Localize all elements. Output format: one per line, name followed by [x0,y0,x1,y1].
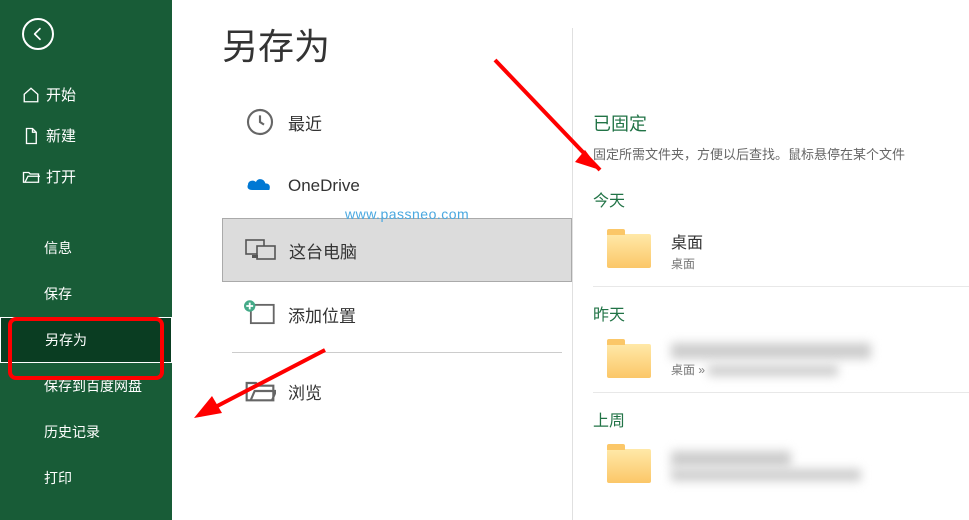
sidebar-item-label: 打印 [44,468,72,488]
sidebar-item-label: 信息 [44,238,72,258]
folder-icon [607,344,651,378]
sidebar-item-label: 打开 [46,166,76,187]
folder-open-icon [22,168,46,186]
sidebar-item-new[interactable]: 新建 [0,115,172,156]
folder-name-blurred [671,451,791,467]
recent-column: 已固定 固定所需文件夹，方便以后查找。鼠标悬停在某个文件 今天 桌面 桌面 昨天… [572,28,969,520]
folder-row[interactable]: 桌面 桌面 [593,221,969,287]
sidebar-item-label: 另存为 [45,330,87,350]
sidebar-item-print[interactable]: 打印 [0,455,172,501]
folder-path-blurred [671,469,861,481]
onedrive-icon [232,170,288,202]
folder-icon [607,234,651,268]
home-icon [22,86,46,104]
location-label: 这台电脑 [289,238,357,263]
document-icon [22,127,46,145]
folder-name: 桌面 [671,229,703,253]
folder-name-blurred [671,343,871,359]
folder-row[interactable]: 桌面 » [593,335,969,393]
folder-row[interactable] [593,441,969,497]
pinned-sub: 固定所需文件夹，方便以后查找。鼠标悬停在某个文件 [593,144,969,163]
sidebar: 开始 新建 打开 信息 保存 另存为 保存到百度网盘 历史记录 打印 [0,0,172,520]
sidebar-item-save-as[interactable]: 另存为 [0,317,172,363]
location-add-place[interactable]: 添加位置 [222,282,572,346]
sidebar-item-label: 新建 [46,125,76,146]
back-button[interactable] [22,18,54,50]
group-last-week: 上周 [593,407,969,431]
folder-icon [607,449,651,483]
location-label: 添加位置 [288,302,356,327]
folder-path: 桌面 [671,255,703,272]
annotation-arrow [300,50,620,200]
sidebar-item-info[interactable]: 信息 [0,225,172,271]
folder-path: 桌面 » [671,361,871,378]
clock-icon [232,106,288,138]
sidebar-item-label: 保存到百度网盘 [44,376,142,396]
group-today: 今天 [593,187,969,211]
sidebar-item-save-baidu[interactable]: 保存到百度网盘 [0,363,172,409]
sidebar-item-open[interactable]: 打开 [0,156,172,197]
group-yesterday: 昨天 [593,301,969,325]
sidebar-item-save[interactable]: 保存 [0,271,172,317]
sidebar-item-label: 开始 [46,84,76,105]
sidebar-item-start[interactable]: 开始 [0,74,172,115]
watermark: www.passneo.com [345,206,469,222]
annotation-arrow [170,340,350,440]
sidebar-item-history[interactable]: 历史记录 [0,409,172,455]
add-location-icon [232,298,288,330]
location-this-pc[interactable]: 这台电脑 [222,218,572,282]
arrow-left-icon [30,26,46,42]
computer-icon [233,234,289,266]
pinned-head: 已固定 [593,110,969,136]
sidebar-item-label: 历史记录 [44,422,100,442]
sidebar-item-label: 保存 [44,284,72,304]
